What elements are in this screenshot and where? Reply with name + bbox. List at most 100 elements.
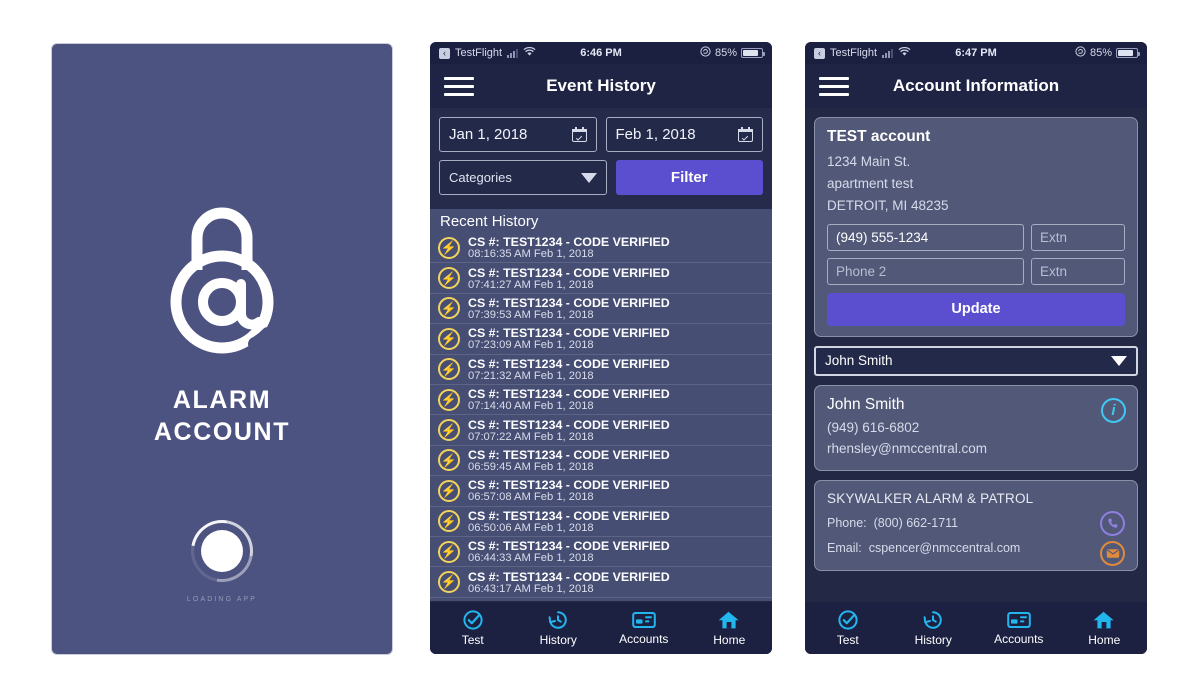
battery-percent: 85% <box>1089 47 1112 59</box>
recent-history-header: Recent History <box>430 209 772 233</box>
contact-phone: (949) 616-6802 <box>827 419 920 435</box>
update-button[interactable]: Update <box>827 292 1125 326</box>
tab-label: History <box>914 633 952 647</box>
history-row-title: CS #: TEST1234 - CODE VERIFIED <box>468 235 670 250</box>
dealer-phone-value: (800) 662-1711 <box>873 516 959 531</box>
history-row-text: CS #: TEST1234 - CODE VERIFIED 07:07:22 A… <box>468 418 670 443</box>
history-row[interactable]: ⚡ CS #: TEST1234 - CODE VERIFIED 06:44:33 … <box>430 537 772 568</box>
chevron-down-icon <box>580 172 597 183</box>
history-row[interactable]: ⚡ CS #: TEST1234 - CODE VERIFIED 07:07:22 … <box>430 415 772 446</box>
rotation-lock-icon <box>700 46 711 60</box>
history-row-timestamp: 07:41:27 AM Feb 1, 2018 <box>468 278 594 291</box>
history-list[interactable]: ⚡ CS #: TEST1234 - CODE VERIFIED 08:16:35 … <box>430 233 772 601</box>
tab-label: Accounts <box>619 632 669 646</box>
history-row-text: CS #: TEST1234 - CODE VERIFIED 07:39:53 A… <box>468 296 670 321</box>
history-row-text: CS #: TEST1234 - CODE VERIFIED 06:50:06 A… <box>468 509 670 534</box>
extn2-input[interactable]: Extn <box>1031 257 1125 285</box>
contact-select[interactable]: John Smith <box>814 345 1138 376</box>
history-row-title: CS #: TEST1234 - CODE VERIFIED <box>468 356 670 371</box>
loading-label: LOADING APP <box>186 596 258 603</box>
clock-rewind-icon <box>547 609 569 631</box>
house-icon <box>1092 609 1116 631</box>
history-row-timestamp: 06:44:33 AM Feb 1, 2018 <box>468 552 594 565</box>
tab-home[interactable]: Home <box>1062 609 1148 647</box>
end-date-input[interactable]: Feb 1, 2018 <box>605 117 763 152</box>
history-row-timestamp: 06:57:08 AM Feb 1, 2018 <box>468 491 594 504</box>
history-row-title: CS #: TEST1234 - CODE VERIFIED <box>468 569 670 584</box>
card-icon <box>631 610 656 630</box>
tab-bar: Test History Accounts Home <box>805 602 1147 654</box>
history-row[interactable]: ⚡ CS #: TEST1234 - CODE VERIFIED 07:14:40 … <box>430 385 772 416</box>
lightning-bolt-icon: ⚡ <box>438 449 460 472</box>
lightning-bolt-icon: ⚡ <box>438 267 460 290</box>
envelope-icon[interactable] <box>1100 541 1125 567</box>
history-row[interactable]: ⚡ CS #: TEST1234 - CODE VERIFIED 07:21:32 … <box>430 355 772 385</box>
splash-content: ALARM ACCOUNT LOADING APP <box>52 44 392 654</box>
start-date-input[interactable]: Jan 1, 2018 <box>439 117 597 152</box>
dealer-phone-row: Phone: (800) 662-1711 <box>827 511 1125 535</box>
extn1-input[interactable]: Extn <box>1031 223 1125 251</box>
history-row[interactable]: ⚡ CS #: TEST1234 - CODE VERIFIED 07:41:27 … <box>430 263 772 294</box>
check-circle-icon <box>837 609 859 631</box>
filter-button[interactable]: Filter <box>615 160 763 195</box>
calendar-icon <box>738 127 753 142</box>
back-chevron-icon[interactable]: ‹ <box>439 47 450 59</box>
history-row-title: CS #: TEST1234 - CODE VERIFIED <box>468 295 670 310</box>
info-icon[interactable]: i <box>1101 397 1126 423</box>
history-row[interactable]: ⚡ CS #: TEST1234 - CODE VERIFIED 06:43:17 … <box>430 567 772 598</box>
hamburger-menu-icon[interactable] <box>819 76 849 96</box>
hamburger-menu-icon[interactable] <box>444 76 474 96</box>
history-row-title: CS #: TEST1234 - CODE VERIFIED <box>468 387 670 402</box>
contact-card: John Smith (949) 616-6802 rhensley@nmcce… <box>814 384 1138 472</box>
padlock-at-logo <box>156 194 288 362</box>
status-bar-right: 85% <box>1075 46 1140 60</box>
tab-home[interactable]: Home <box>687 609 773 647</box>
history-row[interactable]: ⚡ CS #: TEST1234 - CODE VERIFIED 08:16:35 … <box>430 233 772 264</box>
nav-bar: Event History <box>430 64 772 108</box>
history-row-title: CS #: TEST1234 - CODE VERIFIED <box>468 478 670 493</box>
chevron-down-icon <box>1111 355 1127 366</box>
tab-history[interactable]: History <box>516 609 602 647</box>
history-row-text: CS #: TEST1234 - CODE VERIFIED 06:43:17 A… <box>468 570 670 595</box>
history-row[interactable]: ⚡ CS #: TEST1234 - CODE VERIFIED 06:59:45 … <box>430 446 772 477</box>
lightning-bolt-icon: ⚡ <box>438 510 460 533</box>
brand-line-1: ALARM <box>172 386 272 414</box>
history-row-timestamp: 06:50:06 AM Feb 1, 2018 <box>468 521 594 534</box>
history-row-title: CS #: TEST1234 - CODE VERIFIED <box>468 417 670 432</box>
status-bar-right: 85% <box>700 46 765 60</box>
history-row[interactable]: ⚡ CS #: TEST1234 - CODE VERIFIED 07:39:53 … <box>430 294 772 325</box>
history-row[interactable]: ⚡ CS #: TEST1234 - CODE VERIFIED 06:57:08 … <box>430 476 772 507</box>
tab-label: Home <box>1088 633 1121 647</box>
history-row-text: CS #: TEST1234 - CODE VERIFIED 08:16:35 A… <box>468 235 670 260</box>
dealer-email-value: cspencer@nmccentral.com <box>868 540 1021 555</box>
categories-label: Categories <box>449 170 512 185</box>
phone2-input[interactable]: Phone 2 <box>827 257 1024 285</box>
category-filter-row: Categories Filter <box>439 160 763 195</box>
tab-label: Accounts <box>994 632 1044 646</box>
history-row-timestamp: 06:43:17 AM Feb 1, 2018 <box>468 582 594 595</box>
tab-accounts[interactable]: Accounts <box>601 610 687 646</box>
phone1-input[interactable]: (949) 555-1234 <box>827 223 1024 251</box>
tab-history[interactable]: History <box>891 609 977 647</box>
loading-spinner-icon <box>178 507 266 595</box>
history-row-title: CS #: TEST1234 - CODE VERIFIED <box>468 539 670 554</box>
contact-name: John Smith <box>827 395 905 413</box>
status-bar: ‹ TestFlight 6:47 PM 85% <box>805 42 1147 64</box>
categories-select[interactable]: Categories <box>439 160 607 195</box>
account-body: TEST account 1234 Main St. apartment tes… <box>805 108 1147 608</box>
status-bar-left: ‹ TestFlight <box>439 46 536 60</box>
wifi-icon <box>523 46 536 60</box>
history-row-timestamp: 07:39:53 AM Feb 1, 2018 <box>468 308 594 321</box>
carrier-label: TestFlight <box>455 47 503 59</box>
back-chevron-icon[interactable]: ‹ <box>814 47 825 59</box>
history-row-text: CS #: TEST1234 - CODE VERIFIED 07:14:40 A… <box>468 387 670 412</box>
history-row-title: CS #: TEST1234 - CODE VERIFIED <box>468 326 670 341</box>
history-row[interactable]: ⚡ CS #: TEST1234 - CODE VERIFIED 06:50:06 … <box>430 507 772 537</box>
tab-test[interactable]: Test <box>805 609 891 647</box>
rotation-lock-icon <box>1075 46 1086 60</box>
tab-test[interactable]: Test <box>430 609 516 647</box>
account-address-line-1: 1234 Main St. <box>827 154 911 169</box>
history-row[interactable]: ⚡ CS #: TEST1234 - CODE VERIFIED 07:23:09 … <box>430 324 772 355</box>
tab-accounts[interactable]: Accounts <box>976 610 1062 646</box>
status-bar: ‹ TestFlight 6:46 PM 85% <box>430 42 772 64</box>
